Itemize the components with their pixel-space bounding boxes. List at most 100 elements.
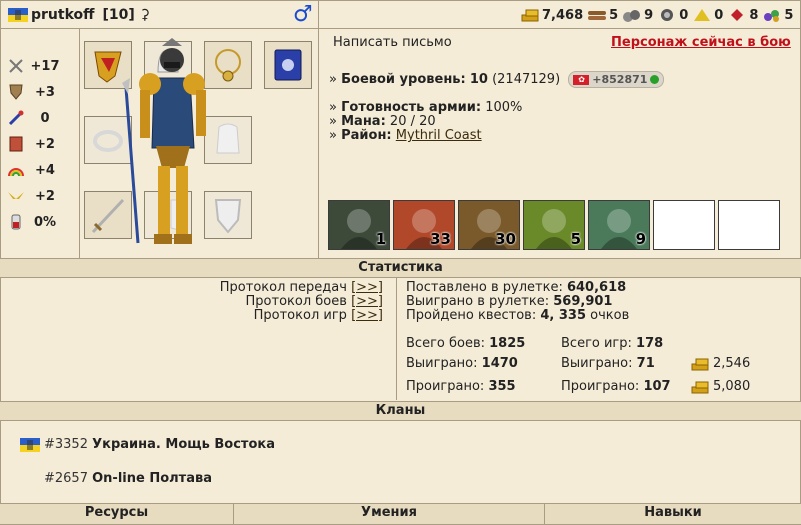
mercury-icon bbox=[657, 8, 677, 22]
hongkong-flag-icon: ✿ bbox=[573, 74, 590, 85]
protocol-battles: Протокол боев [>>] bbox=[245, 294, 383, 309]
morale-wings-icon bbox=[7, 187, 25, 205]
stat-knowledge-book: +2 bbox=[4, 132, 74, 156]
tab-abilities[interactable]: Навыки bbox=[545, 504, 801, 522]
spellpower-wand-icon bbox=[7, 109, 25, 127]
clan-id: #2657 bbox=[44, 471, 88, 486]
clans-header: Кланы bbox=[0, 401, 801, 421]
health-potion-icon bbox=[7, 213, 25, 231]
resource-value: 5 bbox=[609, 7, 619, 23]
games-won: Выиграно: 71 bbox=[561, 356, 655, 371]
stat-value: +17 bbox=[30, 58, 60, 74]
hero-figure bbox=[118, 38, 228, 248]
stat-attack-sword: +17 bbox=[4, 54, 74, 78]
clan-item[interactable]: #3352 Украина. Мощь Востока bbox=[20, 437, 275, 452]
in-battle-link[interactable]: Персонаж сейчас в бою bbox=[611, 35, 791, 50]
tab-resources[interactable]: Ресурсы bbox=[0, 504, 233, 522]
stat-value: +2 bbox=[35, 136, 55, 152]
status-green-icon bbox=[650, 75, 660, 84]
battles-lost: Проиграно: 355 bbox=[406, 379, 516, 394]
defense-shield-icon bbox=[7, 83, 25, 101]
footer-tabs: Ресурсы Умения Навыки bbox=[0, 503, 801, 525]
clan-name: Украина. Мощь Востока bbox=[92, 437, 275, 452]
army-slot-empty[interactable] bbox=[653, 200, 715, 250]
games-total: Всего игр: 178 bbox=[561, 336, 664, 351]
protocol-transfers-link[interactable]: [>>] bbox=[351, 280, 383, 295]
male-icon: ♂ bbox=[293, 2, 313, 27]
protocol-transfers: Протокол передач [>>] bbox=[219, 280, 383, 295]
stat-value: +2 bbox=[35, 188, 55, 204]
equip-slot-spellbook[interactable] bbox=[264, 41, 312, 89]
protocol-games: Протокол игр [>>] bbox=[253, 308, 383, 323]
attack-sword-icon bbox=[7, 57, 25, 75]
army-slot-druid[interactable]: 33 bbox=[393, 200, 455, 250]
knowledge-book-icon bbox=[7, 135, 25, 153]
army-count: 30 bbox=[495, 230, 516, 248]
stat-value: 0 bbox=[40, 110, 50, 126]
crystal-icon bbox=[727, 8, 747, 22]
resource-value: 5 bbox=[784, 7, 794, 23]
resource-ore: 9 bbox=[622, 8, 653, 23]
trident-icon: ⚳ bbox=[139, 7, 151, 23]
stat-spellpower-wand: 0 bbox=[4, 106, 74, 130]
resource-sulfur: 0 bbox=[692, 8, 723, 23]
exp-badge: ✿ +852871 bbox=[568, 71, 665, 88]
resource-value: 0 bbox=[714, 7, 724, 23]
army-ready-row: » Готовность армии: 100% bbox=[329, 100, 523, 115]
ukraine-flag-icon bbox=[8, 8, 28, 22]
gold-icon bbox=[520, 8, 540, 22]
resource-value: 8 bbox=[749, 7, 759, 23]
stat-defense-shield: +3 bbox=[4, 80, 74, 104]
write-letter-link[interactable]: Написать письмо bbox=[333, 35, 452, 50]
statistics-header: Статистика bbox=[0, 258, 801, 278]
clan-id: #3352 bbox=[44, 437, 88, 452]
luck-rainbow-icon bbox=[7, 161, 25, 179]
resource-crystal: 8 bbox=[727, 8, 758, 23]
protocol-battles-link[interactable]: [>>] bbox=[351, 294, 383, 309]
resource-value: 0 bbox=[679, 7, 689, 23]
combat-level-exp: (2147129) bbox=[492, 72, 561, 87]
games-won-gold: 2,546 bbox=[690, 356, 750, 371]
wood-icon bbox=[587, 8, 607, 22]
army-slot-assassin[interactable]: 1 bbox=[328, 200, 390, 250]
stat-morale-wings: +2 bbox=[4, 184, 74, 208]
clan-name: On-line Полтава bbox=[92, 471, 212, 486]
gems-icon bbox=[762, 8, 782, 22]
player-name[interactable]: prutkoff bbox=[31, 7, 94, 23]
resource-value: 9 bbox=[644, 7, 654, 23]
sulfur-icon bbox=[692, 8, 712, 22]
army-slot-raptor[interactable]: 5 bbox=[523, 200, 585, 250]
resource-wood: 5 bbox=[587, 8, 618, 23]
resource-gems: 5 bbox=[762, 8, 793, 23]
stat-luck-rainbow: +4 bbox=[4, 158, 74, 182]
district-link[interactable]: Mythril Coast bbox=[396, 128, 482, 143]
resource-mercury: 0 bbox=[657, 8, 688, 23]
stat-health-potion: 0% bbox=[4, 210, 74, 234]
gold-icon bbox=[690, 380, 710, 394]
battles-won: Выиграно: 1470 bbox=[406, 356, 518, 371]
resource-gold: 7,468 bbox=[520, 8, 583, 23]
player-header: prutkoff [10] ⚳ bbox=[8, 4, 150, 26]
gold-icon bbox=[690, 357, 710, 371]
army-count: 5 bbox=[570, 230, 581, 248]
battles-total: Всего боев: 1825 bbox=[406, 336, 526, 351]
protocol-games-link[interactable]: [>>] bbox=[351, 308, 383, 323]
clan-item[interactable]: #2657 On-line Полтава bbox=[44, 471, 212, 486]
ukraine-flag-icon bbox=[20, 437, 40, 452]
combat-level-value: 10 bbox=[469, 72, 488, 87]
stat-value: 0% bbox=[33, 214, 57, 230]
games-lost: Проиграно: 107 bbox=[561, 379, 671, 394]
ore-icon bbox=[622, 8, 642, 22]
army-count: 9 bbox=[635, 230, 646, 248]
stat-value: +4 bbox=[35, 162, 55, 178]
roulette-won: Выиграно в рулетке: 569,901 bbox=[406, 294, 613, 309]
army-slot-empty[interactable] bbox=[718, 200, 780, 250]
army-count: 33 bbox=[430, 230, 451, 248]
army-slot-hydra[interactable]: 9 bbox=[588, 200, 650, 250]
roulette-bet: Поставлено в рулетке: 640,618 bbox=[406, 280, 627, 295]
tab-skills[interactable]: Умения bbox=[234, 504, 544, 522]
army-count: 1 bbox=[375, 230, 386, 248]
army-slot-ogre[interactable]: 30 bbox=[458, 200, 520, 250]
player-level: [10] bbox=[102, 7, 135, 23]
stat-value: +3 bbox=[35, 84, 55, 100]
